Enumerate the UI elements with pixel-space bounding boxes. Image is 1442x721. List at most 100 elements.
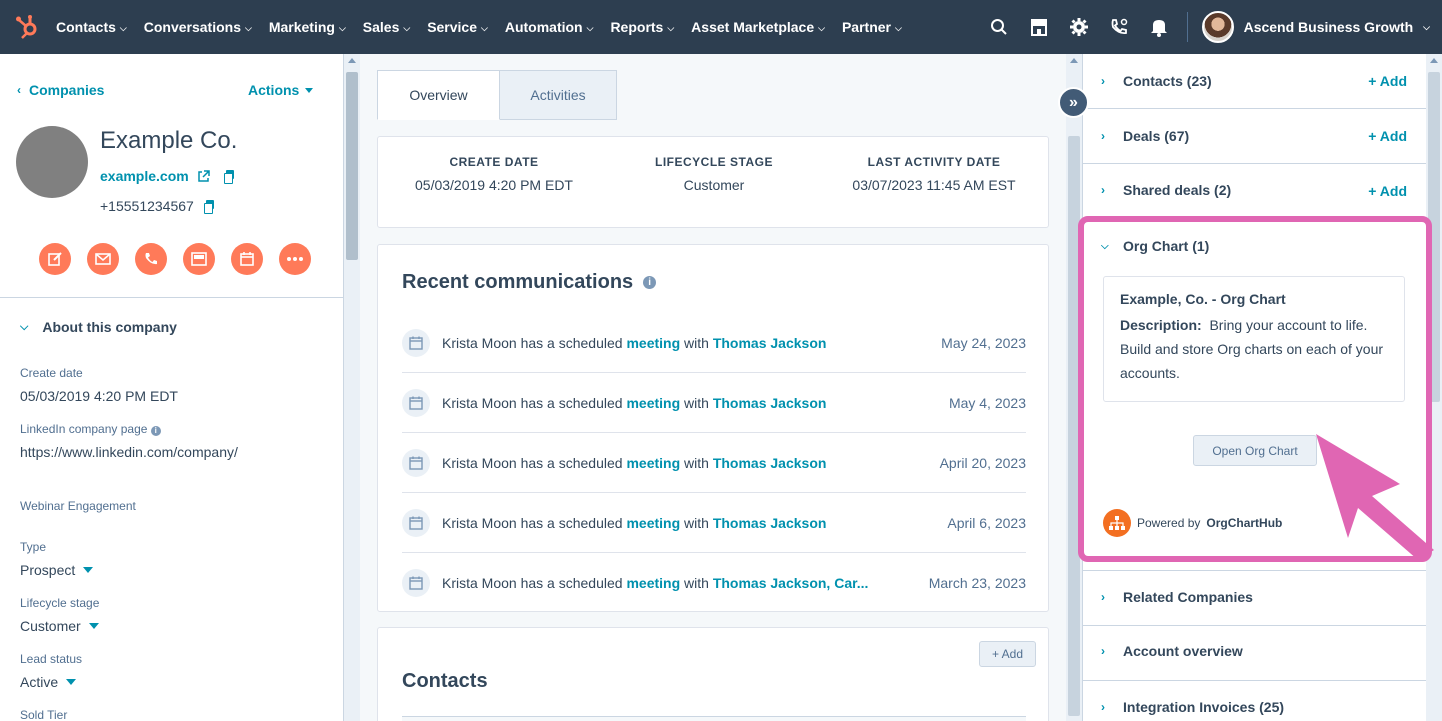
- nav-conversations[interactable]: Conversations ⌵: [144, 19, 252, 35]
- lead-status-select[interactable]: Active: [20, 674, 82, 690]
- settings-icon[interactable]: [1059, 0, 1099, 54]
- scrollbar-thumb[interactable]: [346, 72, 358, 260]
- nav-partner[interactable]: Partner ⌵: [842, 19, 902, 35]
- contact-link[interactable]: Thomas Jackson: [713, 395, 827, 411]
- calling-icon[interactable]: [1099, 0, 1139, 54]
- communication-text: Krista Moon has a scheduled meeting with…: [442, 455, 940, 471]
- meeting-link[interactable]: meeting: [626, 515, 680, 531]
- left-scrollbar[interactable]: [344, 54, 360, 721]
- right-sidebar: › Contacts (23) + Add › Deals (67) + Add ›…: [1082, 54, 1426, 721]
- property-sold-tier: Sold Tier: [20, 708, 67, 721]
- nav-marketing[interactable]: Marketing ⌵: [269, 19, 346, 35]
- nav-automation[interactable]: Automation ⌵: [505, 19, 594, 35]
- open-org-chart-button[interactable]: Open Org Chart: [1193, 435, 1317, 466]
- contact-link[interactable]: Thomas Jackson, Car...: [713, 575, 869, 591]
- section-header: › Deals (67): [1101, 128, 1189, 144]
- log-icon[interactable]: [183, 243, 215, 275]
- property-label: Lead status: [20, 652, 83, 666]
- add-shared-deal-link[interactable]: + Add: [1368, 183, 1407, 199]
- section-related-companies[interactable]: › Related Companies: [1083, 571, 1426, 626]
- orgcharthub-logo-icon: [1103, 509, 1131, 537]
- property-value[interactable]: https://www.linkedin.com/company/: [20, 444, 266, 460]
- search-icon[interactable]: [979, 0, 1019, 54]
- scroll-up-icon[interactable]: [348, 58, 356, 63]
- meeting-icon[interactable]: [231, 243, 263, 275]
- communication-date: March 23, 2023: [928, 575, 1026, 591]
- company-name[interactable]: Example Co.: [100, 127, 237, 155]
- meeting-link[interactable]: meeting: [626, 335, 680, 351]
- more-icon[interactable]: [279, 243, 311, 275]
- info-icon[interactable]: i: [643, 276, 657, 289]
- tab-activities[interactable]: Activities: [500, 70, 617, 120]
- copy-icon[interactable]: [223, 170, 234, 184]
- type-select[interactable]: Prospect: [20, 562, 94, 578]
- copy-icon[interactable]: [203, 200, 214, 214]
- call-icon[interactable]: [135, 243, 167, 275]
- property-webinar: Webinar Engagement: [20, 499, 136, 513]
- communication-row: Krista Moon has a scheduled meeting with…: [402, 313, 1026, 373]
- communication-prefix: Krista Moon has a scheduled: [442, 394, 627, 411]
- communication-middle: with: [680, 334, 713, 351]
- scroll-up-icon[interactable]: [1070, 58, 1078, 63]
- communication-date: April 6, 2023: [947, 514, 1026, 531]
- communication-text: Krista Moon has a scheduled meeting with…: [442, 395, 949, 411]
- scrollbar-thumb[interactable]: [1428, 72, 1440, 402]
- phone-value[interactable]: +15551234567: [100, 198, 194, 214]
- property-label: Lifecycle stage: [20, 596, 100, 610]
- contact-link[interactable]: Thomas Jackson: [713, 335, 827, 351]
- nav-service[interactable]: Service ⌵: [427, 19, 488, 35]
- property-value[interactable]: 05/03/2019 4:20 PM EDT: [20, 388, 178, 404]
- nav-sales[interactable]: Sales ⌵: [363, 19, 410, 35]
- add-contact-button[interactable]: + Add: [978, 641, 1036, 667]
- chevron-right-icon: ›: [1101, 74, 1105, 88]
- nav-divider: [1186, 12, 1188, 42]
- nav-contacts[interactable]: Contacts ⌵: [56, 19, 127, 35]
- marketplace-icon[interactable]: [1019, 0, 1059, 54]
- section-header: › Account overview: [1101, 643, 1243, 659]
- main-scrollbar[interactable]: [1066, 54, 1082, 721]
- expand-sidebar-icon[interactable]: »: [1058, 87, 1089, 118]
- add-deal-link[interactable]: + Add: [1368, 128, 1407, 144]
- about-section-toggle[interactable]: ⌵ About this company: [20, 319, 177, 335]
- nav-reports[interactable]: Reports ⌵: [610, 19, 674, 35]
- communication-row: Krista Moon has a scheduled meeting with…: [402, 493, 1026, 553]
- domain-link[interactable]: example.com: [100, 168, 189, 184]
- email-icon[interactable]: [87, 243, 119, 275]
- actions-dropdown[interactable]: Actions: [248, 82, 314, 98]
- scroll-up-icon[interactable]: [1430, 58, 1438, 63]
- caret-down-icon: [88, 623, 99, 629]
- org-chart-toggle[interactable]: ⌵ Org Chart (1): [1101, 238, 1209, 254]
- right-scrollbar[interactable]: [1426, 54, 1442, 721]
- section-integration-invoices[interactable]: › Integration Invoices (25): [1083, 681, 1426, 721]
- meeting-link[interactable]: meeting: [626, 455, 680, 471]
- section-shared-deals[interactable]: › Shared deals (2) + Add: [1083, 164, 1426, 219]
- contact-link[interactable]: Thomas Jackson: [713, 455, 827, 471]
- tab-overview[interactable]: Overview: [377, 70, 500, 120]
- select-value: Prospect: [20, 562, 76, 578]
- back-to-companies-link[interactable]: ‹ Companies: [17, 82, 104, 98]
- account-menu[interactable]: Ascend Business Growth ⌵: [1201, 11, 1442, 43]
- communication-date: April 20, 2023: [939, 454, 1026, 471]
- notifications-icon[interactable]: [1139, 0, 1179, 54]
- highlight-create-date: CREATE DATE 05/03/2019 4:20 PM EDT: [408, 155, 580, 193]
- communication-middle: with: [680, 575, 713, 591]
- section-contacts[interactable]: › Contacts (23) + Add: [1083, 54, 1426, 109]
- scrollbar-thumb[interactable]: [1068, 136, 1080, 716]
- lifecycle-select[interactable]: Customer: [20, 618, 99, 634]
- contact-link[interactable]: Thomas Jackson: [713, 515, 827, 531]
- section-deals[interactable]: › Deals (67) + Add: [1083, 109, 1426, 164]
- nav-label: Automation: [504, 19, 583, 35]
- meeting-link[interactable]: meeting: [626, 575, 680, 591]
- powered-brand[interactable]: OrgChartHub: [1206, 516, 1282, 530]
- section-account-overview[interactable]: › Account overview: [1083, 626, 1426, 681]
- info-icon[interactable]: i: [150, 425, 161, 436]
- add-contact-link[interactable]: + Add: [1368, 73, 1407, 89]
- property-label: Type: [20, 540, 47, 554]
- note-icon[interactable]: [39, 243, 71, 275]
- nav-asset-marketplace[interactable]: Asset Marketplace ⌵: [691, 19, 825, 35]
- external-link-icon[interactable]: [197, 169, 210, 183]
- meeting-link[interactable]: meeting: [626, 395, 680, 411]
- powered-by: Powered by OrgChartHub: [1103, 509, 1282, 537]
- hubspot-logo-icon[interactable]: [0, 0, 56, 54]
- record-tabs: Overview Activities: [377, 70, 617, 120]
